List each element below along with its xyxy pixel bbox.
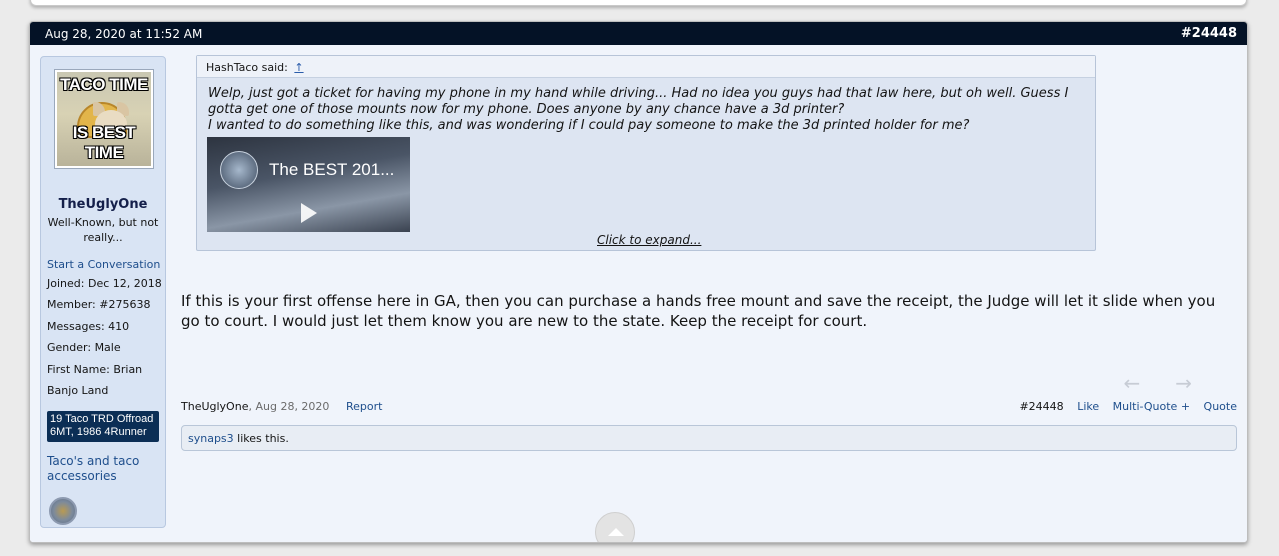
previous-post-edge [30,0,1247,6]
user-extra-info: Joined: Dec 12, 2018 Member: #275638 Mes… [47,277,162,405]
likes-text: likes this. [233,432,289,445]
post-navigation: ←→ [1123,371,1227,395]
scroll-to-top-button[interactable] [595,512,635,542]
quote-block: HashTaco said: ↑ Welp, just got a ticket… [196,55,1096,251]
user-field-messages: Messages: 410 [47,319,130,333]
forum-post: Aug 28, 2020 at 11:52 AM #24448 TACO TIM… [29,21,1248,543]
quote-author: HashTaco said: [206,61,288,74]
user-field-gender: Gender: Male [47,341,121,355]
quote-link[interactable]: Quote [1204,400,1237,413]
post-message: If this is your first offense here in GA… [181,292,1216,330]
footer-author[interactable]: TheUglyOne [181,400,248,413]
arrow-right-icon[interactable]: → [1175,371,1227,395]
liker-name[interactable]: synaps3 [188,432,234,445]
user-field-joined: Joined: Dec 12, 2018 [47,277,162,290]
video-title: The BEST 201... [269,160,395,179]
post-timestamp: Aug 28, 2020 at 11:52 AM [45,26,203,41]
likes-summary: synaps3 likes this. [181,425,1237,451]
avatar-caption-top: TACO TIME [60,75,148,94]
user-sidebar: TACO TIME IS BEST TIME TheUglyOne Well-K… [40,56,166,528]
user-field-location: Banjo Land [47,383,109,397]
start-conversation-link[interactable]: Start a Conversation [47,258,160,271]
channel-avatar-icon [220,151,258,189]
user-field-member: Member: #275638 [47,298,151,312]
arrow-left-icon[interactable]: ← [1123,371,1175,395]
avatar[interactable]: TACO TIME IS BEST TIME [54,69,154,169]
post-footer: TheUglyOne, Aug 28, 2020 Report #24448 L… [181,400,1237,413]
post-permalink[interactable]: #24448 [1181,26,1237,41]
like-link[interactable]: Like [1077,400,1099,413]
quote-line-2: I wanted to do something like this, and … [208,118,970,133]
report-link[interactable]: Report [346,400,382,413]
trophy-icon[interactable] [49,497,77,525]
embedded-video[interactable]: The BEST 201... [207,137,410,232]
multi-quote-link[interactable]: Multi-Quote + [1113,400,1190,413]
user-title: Well-Known, but not really... [47,216,159,244]
play-icon[interactable] [301,203,317,223]
avatar-caption-bottom: IS BEST TIME [72,123,136,162]
quote-line-1: Welp, just got a ticket for having my ph… [208,86,1069,117]
post-body: TACO TIME IS BEST TIME TheUglyOne Well-K… [30,45,1247,542]
username[interactable]: TheUglyOne [41,197,165,212]
footer-date[interactable]: Aug 28, 2020 [255,400,329,413]
user-field-first-name: First Name: Brian [47,362,143,376]
signature-link[interactable]: Taco's and taco accessories [47,454,165,484]
quote-text: Welp, just got a ticket for having my ph… [197,78,1095,134]
jump-to-quote-icon[interactable]: ↑ [294,61,303,74]
avatar-image: TACO TIME IS BEST TIME [57,72,151,166]
quote-header: HashTaco said: ↑ [197,56,1095,78]
click-to-expand-link[interactable]: Click to expand... [597,233,701,247]
post-header: Aug 28, 2020 at 11:52 AM #24448 [30,22,1247,45]
footer-post-number[interactable]: #24448 [1019,400,1063,413]
ride-badge: 19 Taco TRD Offroad 6MT, 1986 4Runner [47,411,159,442]
